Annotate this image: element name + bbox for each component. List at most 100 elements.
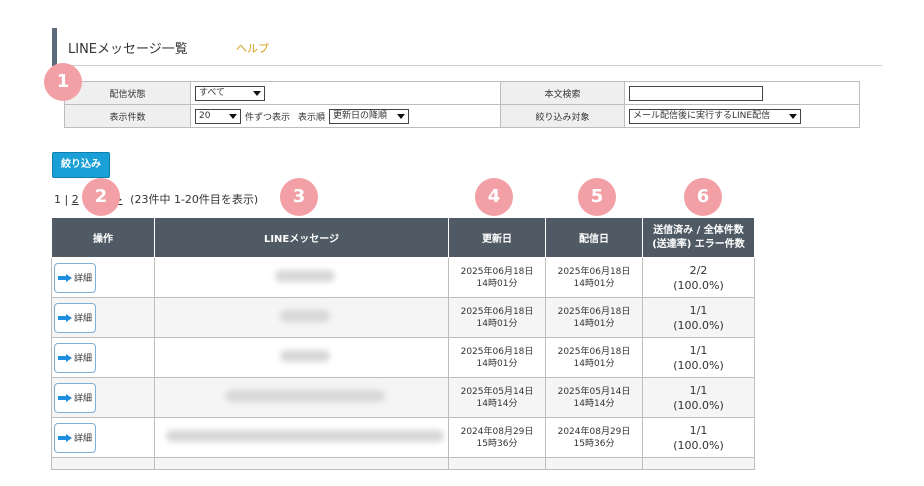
delivery-rate: (100.0%) <box>673 278 724 292</box>
action-cell: 詳細 <box>51 297 155 338</box>
sent-count: 1/1 <box>689 423 708 437</box>
sort-select[interactable]: 更新日の降順 <box>329 108 410 124</box>
message-cell <box>154 377 449 418</box>
table-row: 詳細 2024年08月29日 15時36分 2024年08月29日 15時36分 1… <box>51 417 755 458</box>
detail-button[interactable]: 詳細 <box>54 342 96 373</box>
arrow-right-icon <box>58 393 72 402</box>
sent-count: 1/1 <box>689 303 708 317</box>
sent-time: 14時01分 <box>573 318 615 329</box>
detail-label: 詳細 <box>74 314 93 324</box>
updated-time: 14時01分 <box>476 318 518 329</box>
arrow-right-icon <box>58 353 72 362</box>
status-select[interactable]: すべて <box>195 85 265 101</box>
updated-date: 2025年06月18日 <box>460 266 534 277</box>
page-separator: | <box>64 193 69 206</box>
header-updated: 更新日 <box>448 217 546 258</box>
sort-label: 表示順 <box>298 112 326 123</box>
title-accent-bar <box>52 28 57 66</box>
header-message: LINEメッセージ <box>154 217 449 258</box>
sent-date: 2025年06月18日 <box>557 266 631 277</box>
action-cell: 詳細 <box>51 417 155 458</box>
message-table: 操作 LINEメッセージ 更新日 配信日 送信済み / 全体件数 (送達率) エ… <box>51 217 755 470</box>
annotation-badge-3: 3 <box>280 178 318 216</box>
table-row: 詳細 2025年06月18日 14時01分 2025年06月18日 14時01分 1… <box>51 337 755 378</box>
annotation-badge-2: 2 <box>82 178 120 216</box>
header-sent: 配信日 <box>545 217 643 258</box>
updated-cell: 2025年05月14日 14時14分 <box>448 377 546 418</box>
sent-count: 1/1 <box>689 383 708 397</box>
filter-table: 配信状態 すべて 本文検索 表示件数 20 件ずつ表示 表示順 更新日の降順 絞り込み… <box>64 81 860 128</box>
page-2-link[interactable]: 2 <box>72 193 79 206</box>
detail-label: 詳細 <box>74 434 93 444</box>
detail-label: 詳細 <box>74 354 93 364</box>
target-select[interactable]: メール配信後に実行するLINE配信 <box>629 108 801 124</box>
detail-button[interactable]: 詳細 <box>54 302 96 333</box>
updated-time: 14時01分 <box>476 278 518 289</box>
table-row <box>51 457 755 470</box>
updated-time: 14時14分 <box>476 398 518 409</box>
detail-label: 詳細 <box>74 274 93 284</box>
count-cell: 2/2 (100.0%) <box>642 257 755 298</box>
sent-cell: 2025年05月14日 14時14分 <box>545 377 643 418</box>
delivery-rate: (100.0%) <box>673 398 724 412</box>
annotation-badge-6: 6 <box>684 178 722 216</box>
count-cell: 1/1 (100.0%) <box>642 337 755 378</box>
action-cell <box>51 457 155 470</box>
action-cell: 詳細 <box>51 337 155 378</box>
updated-cell: 2024年08月29日 15時36分 <box>448 417 546 458</box>
sent-cell: 2025年06月18日 14時01分 <box>545 257 643 298</box>
updated-date: 2025年05月14日 <box>460 386 534 397</box>
detail-button[interactable]: 詳細 <box>54 262 96 293</box>
message-cell <box>154 457 449 470</box>
updated-time: 14時01分 <box>476 358 518 369</box>
header-action: 操作 <box>51 217 155 258</box>
arrow-right-icon <box>58 273 72 282</box>
count-cell: 1/1 (100.0%) <box>642 377 755 418</box>
sent-time: 14時14分 <box>573 398 615 409</box>
status-cell: すべて <box>190 81 501 105</box>
filter-button[interactable]: 絞り込み <box>52 152 110 178</box>
redacted-message <box>274 270 335 282</box>
updated-date: 2025年06月18日 <box>460 306 534 317</box>
count-cell: 1/1 (100.0%) <box>642 417 755 458</box>
message-cell <box>154 417 449 458</box>
redacted-message <box>224 390 385 402</box>
updated-date: 2024年08月29日 <box>460 426 534 437</box>
header-count-line2: (送達率) エラー件数 <box>652 238 745 250</box>
sent-time: 15時36分 <box>573 438 615 449</box>
sent-cell: 2024年08月29日 15時36分 <box>545 417 643 458</box>
annotation-badge-1: 1 <box>44 63 82 101</box>
table-row: 詳細 2025年05月14日 14時14分 2025年05月14日 14時14分 1… <box>51 377 755 418</box>
count-cell: 1/1 (100.0%) <box>642 297 755 338</box>
sent-cell <box>545 457 643 470</box>
updated-cell: 2025年06月18日 14時01分 <box>448 257 546 298</box>
search-label: 本文検索 <box>500 81 625 105</box>
sent-date: 2024年08月29日 <box>557 426 631 437</box>
page-header: LINEメッセージ一覧 ヘルプ <box>52 28 882 66</box>
redacted-message <box>279 350 330 362</box>
table-row: 詳細 2025年06月18日 14時01分 2025年06月18日 14時01分 2… <box>51 257 755 298</box>
help-link[interactable]: ヘルプ <box>236 40 269 56</box>
detail-button[interactable]: 詳細 <box>54 382 96 413</box>
message-cell <box>154 297 449 338</box>
updated-time: 15時36分 <box>476 438 518 449</box>
sent-count: 2/2 <box>689 263 708 277</box>
annotation-badge-5: 5 <box>578 178 616 216</box>
count-cell <box>642 457 755 470</box>
action-cell: 詳細 <box>51 377 155 418</box>
arrow-right-icon <box>58 433 72 442</box>
target-label: 絞り込み対象 <box>500 104 625 128</box>
message-cell <box>154 257 449 298</box>
action-cell: 詳細 <box>51 257 155 298</box>
sent-date: 2025年06月18日 <box>557 346 631 357</box>
target-cell: メール配信後に実行するLINE配信 <box>624 104 860 128</box>
table-header-row: 操作 LINEメッセージ 更新日 配信日 送信済み / 全体件数 (送達率) エ… <box>51 217 755 258</box>
detail-button[interactable]: 詳細 <box>54 422 96 453</box>
per-page-select[interactable]: 20 <box>195 108 241 124</box>
header-count-line1: 送信済み / 全体件数 <box>653 224 744 236</box>
redacted-message <box>279 310 330 322</box>
search-input[interactable] <box>629 85 763 101</box>
status-label: 配信状態 <box>64 81 191 105</box>
sent-time: 14時01分 <box>573 278 615 289</box>
annotation-badge-4: 4 <box>475 178 513 216</box>
